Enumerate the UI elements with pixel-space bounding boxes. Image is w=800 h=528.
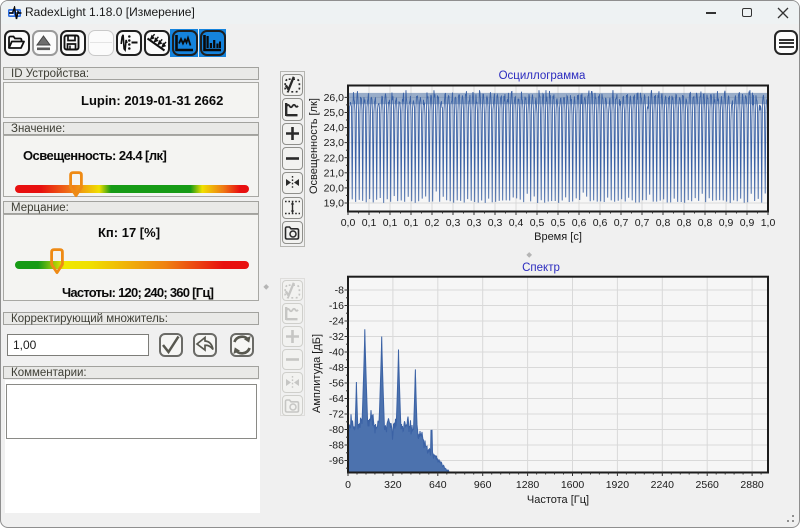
svg-text:Спектр: Спектр [522, 262, 560, 274]
svg-text:0,1: 0,1 [404, 217, 419, 229]
svg-text:0,1: 0,1 [383, 217, 398, 229]
svg-text:-8: -8 [335, 285, 344, 297]
svg-text:2240: 2240 [651, 479, 675, 491]
svg-text:1,0: 1,0 [761, 217, 776, 229]
svg-text:0,3: 0,3 [467, 217, 482, 229]
svg-text:23,0: 23,0 [324, 137, 345, 149]
svg-text:320: 320 [384, 479, 402, 491]
svg-text:0,6: 0,6 [572, 217, 587, 229]
svg-text:2880: 2880 [740, 479, 764, 491]
svg-text:22,0: 22,0 [324, 152, 345, 164]
svg-text:0,7: 0,7 [635, 217, 650, 229]
svg-text:Частота [Гц]: Частота [Гц] [527, 494, 589, 506]
svg-text:26,0: 26,0 [324, 92, 345, 104]
svg-text:Освещенность [лк]: Освещенность [лк] [308, 98, 320, 194]
svg-text:-88: -88 [329, 440, 344, 452]
svg-text:0,4: 0,4 [509, 217, 524, 229]
svg-text:0,8: 0,8 [656, 217, 671, 229]
svg-text:0,7: 0,7 [614, 217, 629, 229]
svg-text:Осциллограмма: Осциллограмма [499, 70, 586, 82]
svg-text:19,0: 19,0 [324, 198, 345, 210]
svg-text:0,3: 0,3 [488, 217, 503, 229]
svg-text:0,8: 0,8 [698, 217, 713, 229]
svg-text:0,1: 0,1 [362, 217, 377, 229]
svg-text:-56: -56 [329, 378, 344, 390]
svg-text:640: 640 [429, 479, 447, 491]
svg-text:-80: -80 [329, 424, 344, 436]
svg-text:Время [с]: Время [с] [534, 231, 582, 243]
svg-text:0,3: 0,3 [446, 217, 461, 229]
svg-text:-72: -72 [329, 409, 344, 421]
svg-text:-40: -40 [329, 347, 344, 359]
svg-text:24,0: 24,0 [324, 122, 345, 134]
svg-text:1280: 1280 [516, 479, 540, 491]
svg-text:-48: -48 [329, 362, 344, 374]
svg-text:-16: -16 [329, 300, 344, 312]
svg-text:Амплитуда [дБ]: Амплитуда [дБ] [311, 334, 323, 413]
svg-text:2560: 2560 [696, 479, 720, 491]
svg-text:0,8: 0,8 [677, 217, 692, 229]
svg-text:21,0: 21,0 [324, 167, 345, 179]
svg-text:25,0: 25,0 [324, 107, 345, 119]
svg-text:20,0: 20,0 [324, 183, 345, 195]
svg-text:-96: -96 [329, 455, 344, 467]
svg-text:0,6: 0,6 [593, 217, 608, 229]
svg-text:-24: -24 [329, 316, 344, 328]
svg-text:0,9: 0,9 [719, 217, 734, 229]
svg-text:960: 960 [474, 479, 492, 491]
svg-text:0,0: 0,0 [341, 217, 356, 229]
svg-text:0,9: 0,9 [740, 217, 755, 229]
svg-text:0,5: 0,5 [530, 217, 545, 229]
svg-text:0,2: 0,2 [425, 217, 440, 229]
svg-text:-64: -64 [329, 393, 344, 405]
svg-text:0,5: 0,5 [551, 217, 566, 229]
svg-text:1600: 1600 [561, 479, 585, 491]
svg-text:-32: -32 [329, 331, 344, 343]
svg-text:0: 0 [345, 479, 351, 491]
svg-text:1920: 1920 [606, 479, 630, 491]
